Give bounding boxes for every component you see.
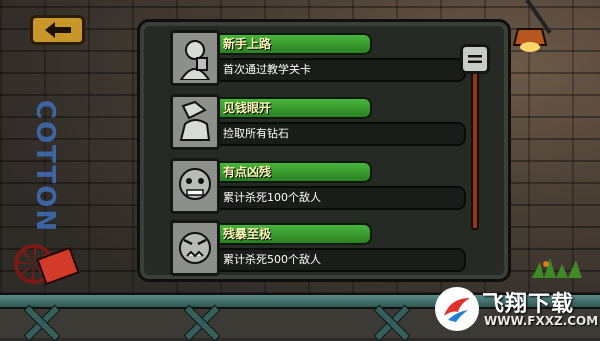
grim-face-icon [170, 158, 220, 214]
wall-graffiti: COTTON [12, 100, 72, 234]
achievement-desc: 累计杀死500个敌人 [220, 248, 466, 272]
grip-lines-icon [468, 55, 482, 63]
achievement-title: 见钱眼开 [220, 97, 372, 119]
scrollbar-track[interactable] [471, 70, 479, 230]
hand-holding-diamond-icon [170, 94, 220, 150]
achievement-desc: 累计杀死100个敌人 [220, 186, 466, 210]
achievement-row: 新手上路 首次通过教学关卡 [170, 28, 466, 88]
support-beam [370, 305, 412, 338]
back-button[interactable] [30, 15, 85, 45]
watermark-url: WWW.FXXZ.COM [484, 314, 599, 328]
achievement-title: 有点凶残 [220, 161, 372, 183]
support-beam [180, 305, 222, 338]
achievement-desc: 首次通过教学关卡 [220, 58, 466, 82]
achievement-row: 有点凶残 累计杀死100个敌人 [170, 156, 466, 216]
achievement-panel: 新手上路 首次通过教学关卡 见钱眼开 捡取所有钻石 有点凶残 累计杀死100个敌… [137, 19, 511, 282]
thumbs-up-face-icon [170, 30, 220, 86]
achievement-title: 残暴至极 [220, 223, 372, 245]
scrollbar-thumb[interactable] [460, 44, 490, 74]
achievement-row: 残暴至极 累计杀死500个敌人 [170, 218, 466, 278]
arrow-left-icon [44, 22, 71, 38]
angry-face-icon [170, 220, 220, 276]
achievement-row: 见钱眼开 捡取所有钻石 [170, 92, 466, 152]
achievement-title: 新手上路 [220, 33, 372, 55]
graffiti-text: COTTON [30, 100, 60, 234]
wing-logo-icon [435, 287, 479, 331]
site-watermark: 飞翔下载 WWW.FXXZ.COM [432, 284, 600, 338]
grass-plant-icon [532, 258, 582, 278]
support-beam [20, 305, 62, 338]
achievement-desc: 捡取所有钻石 [220, 122, 466, 146]
wall-lamp-icon [512, 28, 548, 52]
